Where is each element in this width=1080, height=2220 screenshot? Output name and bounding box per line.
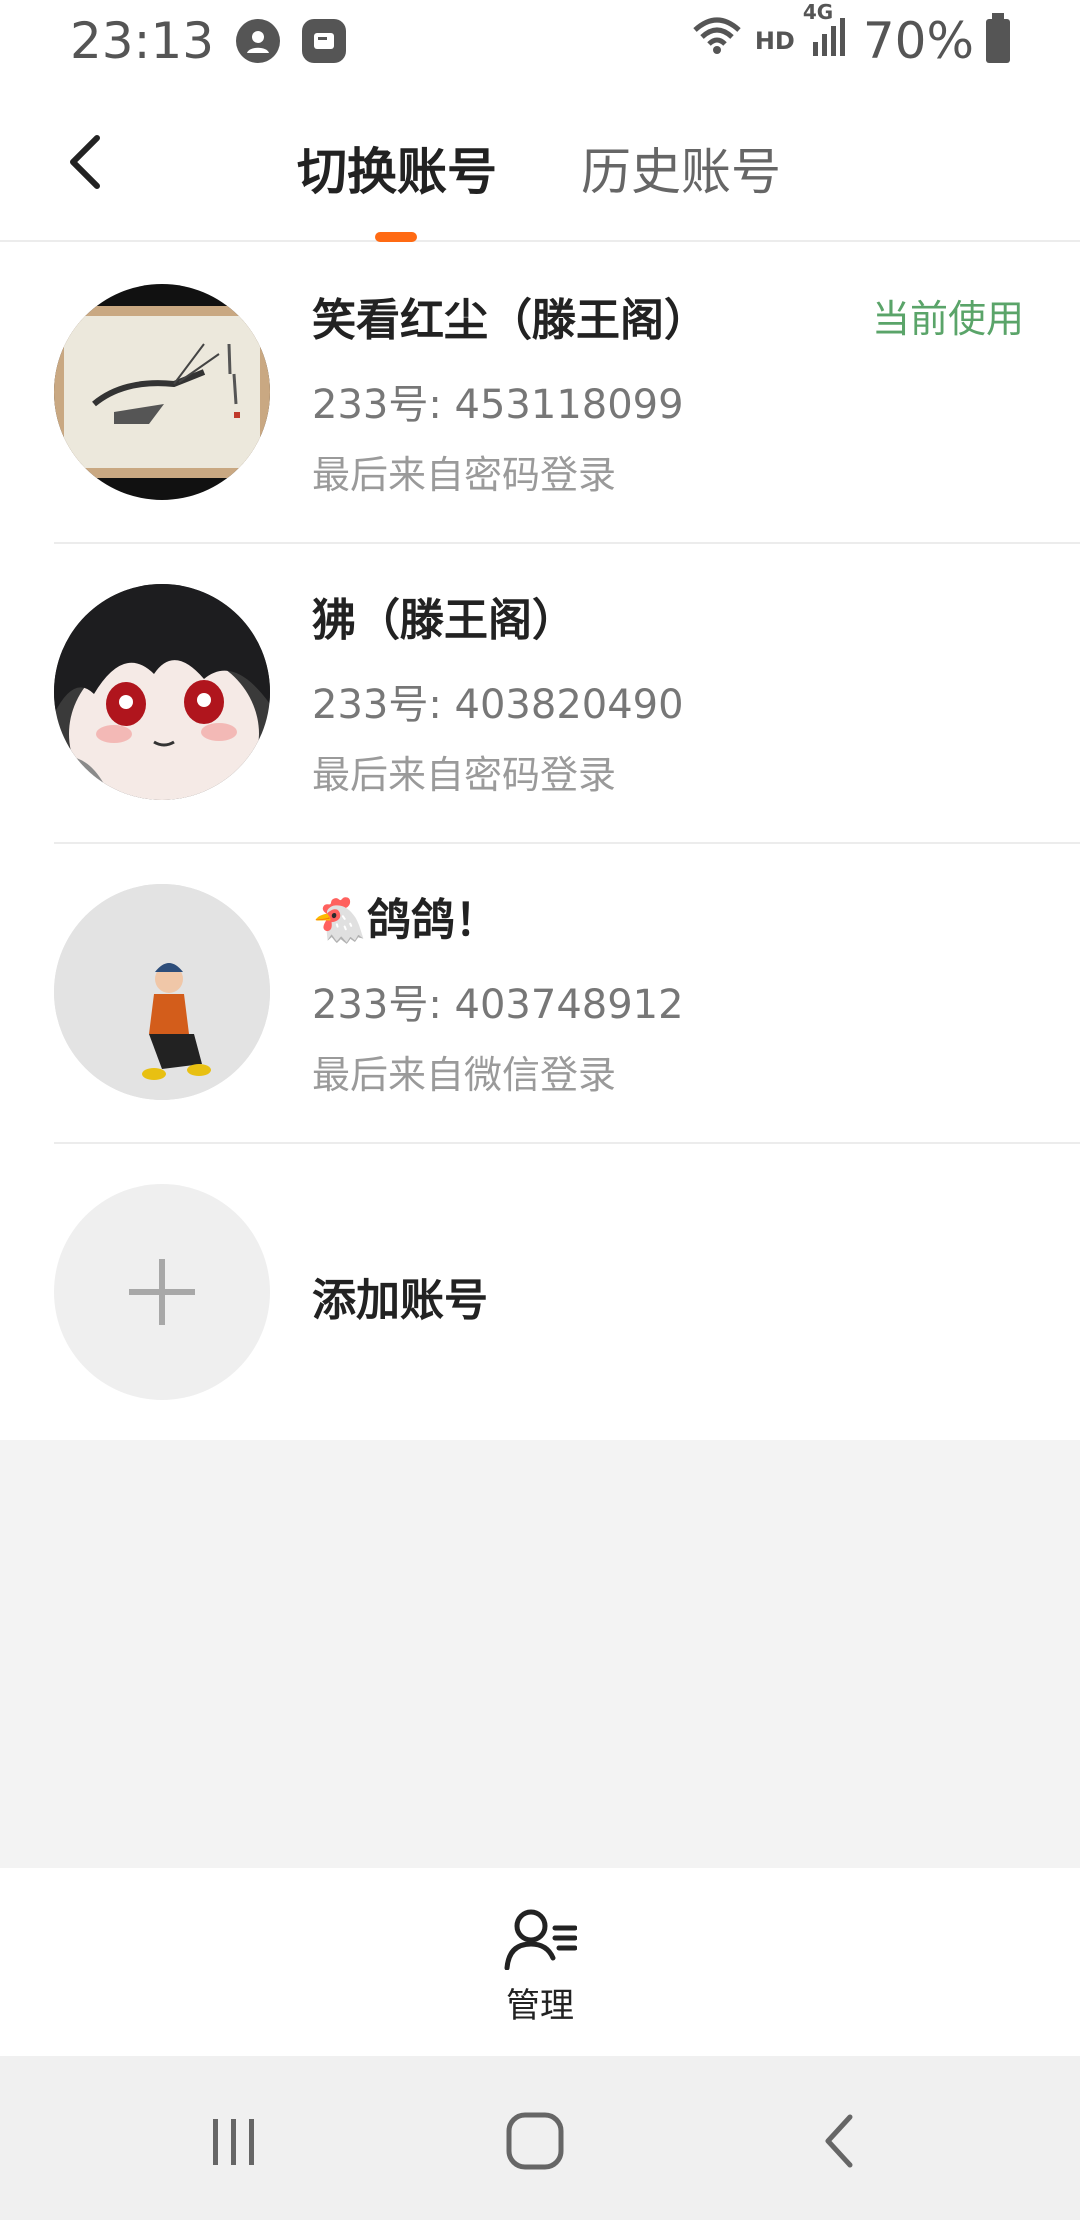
- app-notification-icon: [302, 19, 347, 63]
- battery-icon: [986, 13, 1010, 63]
- add-account-button[interactable]: [54, 1184, 270, 1400]
- tab-indicator: [375, 232, 417, 242]
- signal-icon: 4G: [803, 0, 851, 70]
- account-list: 笑看红尘（滕王阁） 当前使用 233号: 453118099 最后来自密码登录 …: [0, 244, 1080, 1444]
- back-button[interactable]: [55, 127, 115, 197]
- account-circle-icon: [236, 19, 281, 63]
- network-label: HD: [754, 27, 795, 55]
- tab-manage-label: 管理: [506, 1986, 574, 2026]
- account-row[interactable]: 狒（滕王阁） 233号: 403820490 最后来自密码登录: [0, 544, 1080, 844]
- home-icon: [506, 2112, 564, 2170]
- recent-apps-button[interactable]: [200, 2106, 270, 2176]
- avatar: [54, 284, 270, 500]
- add-account-label: 添加账号: [312, 1275, 488, 1326]
- account-row[interactable]: 笑看红尘（滕王阁） 当前使用 233号: 453118099 最后来自密码登录: [0, 244, 1080, 544]
- account-name: 笑看红尘（滕王阁）: [312, 295, 708, 346]
- bottom-tab-bar: 管理: [0, 1868, 1080, 2056]
- back-icon: [825, 2114, 853, 2168]
- header: 切换账号 历史账号: [0, 82, 1080, 242]
- empty-area: [0, 1440, 1080, 1868]
- account-login-method: 最后来自密码登录: [312, 753, 617, 797]
- avatar: [54, 584, 270, 800]
- account-name: 🐔鸽鸽！: [312, 895, 499, 946]
- wifi-icon: [691, 12, 743, 70]
- system-nav-bar: [0, 2056, 1080, 2220]
- status-bar: 23:13 HD 4G 70%: [0, 0, 1080, 82]
- user-manage-icon: [504, 1909, 577, 1970]
- add-account-row[interactable]: 添加账号: [0, 1144, 1080, 1444]
- tab-history-account[interactable]: 历史账号: [581, 132, 781, 204]
- current-badge: 当前使用: [871, 297, 1024, 341]
- account-login-method: 最后来自微信登录: [312, 1053, 617, 1097]
- status-time: 23:13: [70, 12, 215, 70]
- tab-switch-account[interactable]: 切换账号: [297, 132, 497, 204]
- avatar: [54, 884, 270, 1100]
- plus-icon: [129, 1259, 195, 1325]
- tab-manage[interactable]: 管理: [490, 1906, 590, 2027]
- account-id: 233号: 453118099: [312, 382, 684, 428]
- account-name: 狒（滕王阁）: [312, 595, 576, 646]
- account-id: 233号: 403820490: [312, 682, 684, 728]
- recent-apps-icon: [213, 2119, 254, 2165]
- nav-back-button[interactable]: [805, 2106, 875, 2176]
- battery-percent: 70%: [862, 12, 974, 70]
- account-login-method: 最后来自密码登录: [312, 453, 617, 497]
- home-button[interactable]: [500, 2106, 570, 2176]
- account-id: 233号: 403748912: [312, 982, 684, 1028]
- chevron-left-icon: [70, 135, 100, 189]
- account-row[interactable]: 🐔鸽鸽！ 233号: 403748912 最后来自微信登录: [0, 844, 1080, 1144]
